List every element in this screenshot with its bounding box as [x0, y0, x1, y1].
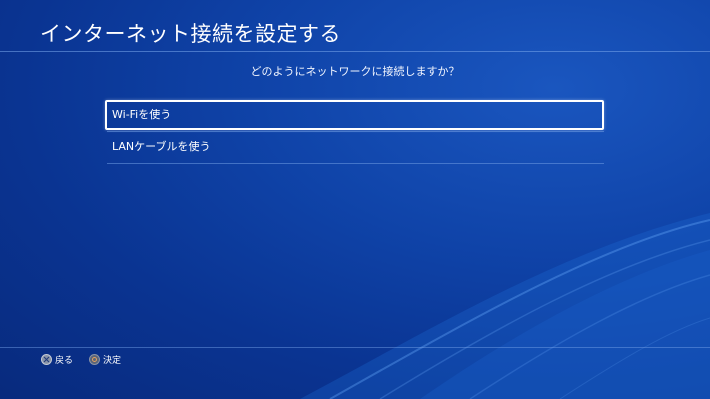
background-waves — [300, 213, 710, 399]
option-lan-cable-label: LANケーブルを使う — [112, 140, 211, 153]
prompt-text: どのようにネットワークに接続しますか？ — [250, 65, 460, 78]
option-divider — [107, 163, 604, 164]
option-lan-cable[interactable]: LANケーブルを使う — [105, 132, 604, 162]
circle-button-icon — [89, 353, 101, 365]
back-label: 戻る — [55, 355, 74, 366]
cross-button-icon — [41, 353, 52, 365]
page-title: インターネット接続を設定する — [40, 22, 341, 46]
confirm-label: 決定 — [103, 355, 122, 366]
footer-controls: 戻る 決定 — [41, 352, 137, 366]
option-wifi-label: Wi-Fiを使う — [112, 108, 172, 121]
option-wifi[interactable]: Wi-Fiを使う — [105, 100, 604, 130]
title-divider — [0, 51, 710, 52]
confirm-button[interactable]: 決定 — [89, 353, 121, 366]
back-button[interactable]: 戻る — [41, 353, 73, 366]
footer-divider — [0, 347, 710, 348]
